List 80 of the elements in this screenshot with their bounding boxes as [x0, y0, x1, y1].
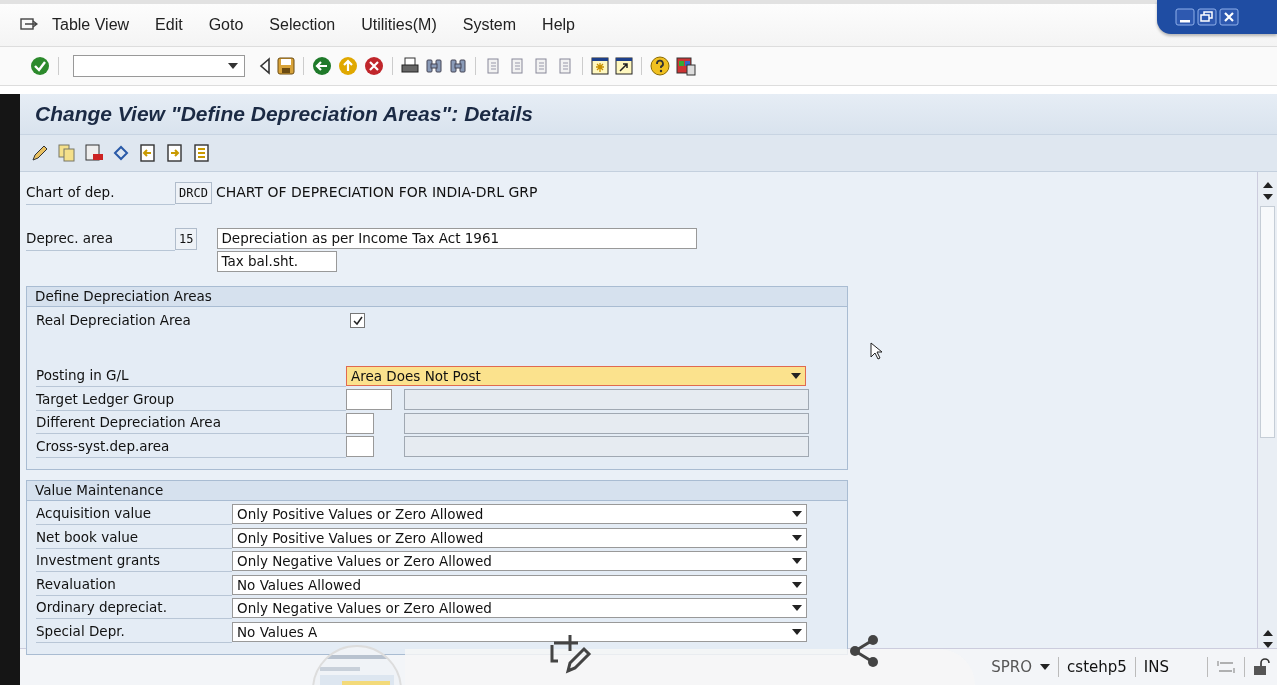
delete-icon[interactable]: [84, 143, 104, 163]
cancel-icon[interactable]: [364, 56, 384, 76]
field-label: Acquisition value: [36, 503, 232, 526]
restore-icon[interactable]: [1197, 8, 1217, 26]
command-field[interactable]: [73, 55, 245, 77]
minimize-icon[interactable]: [1175, 8, 1195, 26]
layout-icon[interactable]: [676, 56, 696, 76]
input-mode: INS: [1143, 658, 1169, 676]
field-label: Cross-syst.dep.area: [36, 435, 346, 458]
menu-item[interactable]: Help: [542, 16, 575, 34]
dropdown-field[interactable]: Only Negative Values or Zero Allowed: [232, 551, 807, 572]
dropdown-arrow-icon[interactable]: [792, 628, 802, 635]
menu-item[interactable]: System: [462, 16, 517, 34]
field-label: Ordinary depreciat.: [36, 597, 232, 620]
next-entry-icon[interactable]: [165, 143, 185, 163]
dropdown-field[interactable]: Only Negative Values or Zero Allowed: [232, 598, 807, 619]
dropdown-arrow-icon[interactable]: [792, 605, 802, 612]
help-icon[interactable]: [650, 56, 670, 76]
dropdown-arrow-icon[interactable]: [792, 511, 802, 518]
dropdown-arrow-icon[interactable]: [792, 581, 802, 588]
server-name: cstehp5: [1067, 658, 1127, 676]
pencil-icon[interactable]: [30, 143, 50, 163]
checkbox[interactable]: [350, 313, 365, 329]
left-triangle-icon[interactable]: [259, 57, 271, 75]
checkmark-icon[interactable]: [30, 56, 50, 76]
field-label: Revaluation: [36, 573, 232, 596]
select-icon[interactable]: [192, 143, 212, 163]
menu-item[interactable]: Selection: [269, 16, 336, 34]
dropdown-arrow-icon[interactable]: [791, 373, 801, 380]
share-icon[interactable]: [847, 633, 881, 669]
new-window-icon[interactable]: [591, 57, 609, 75]
input-field[interactable]: [346, 436, 374, 458]
section-title: Define Depreciation Areas: [27, 287, 847, 307]
short-text-field[interactable]: Tax bal.sht.: [217, 251, 338, 272]
field-label: Different Depreciation Area: [36, 412, 346, 435]
field-label: Real Depreciation Area: [36, 311, 192, 331]
section-title: Value Maintenance: [27, 480, 847, 501]
code-field[interactable]: DRCD: [175, 182, 212, 204]
field-label: Target Ledger Group: [36, 388, 346, 411]
screen-title: Change View "Define Depreciation Areas": Details: [35, 102, 533, 126]
save-icon[interactable]: [277, 57, 295, 75]
field-label: Net book value: [36, 526, 232, 549]
description-field[interactable]: Depreciation as per Income Tax Act 1961: [217, 228, 698, 249]
dropdown-field[interactable]: Only Positive Values or Zero Allowed: [232, 527, 807, 548]
scroll-down-icon[interactable]: [1262, 194, 1273, 200]
dropdown-field[interactable]: Only Positive Values or Zero Allowed: [232, 504, 807, 525]
close-icon[interactable]: [1219, 8, 1239, 26]
dropdown-field[interactable]: No Values A: [232, 621, 807, 642]
binoculars-icon[interactable]: [425, 57, 443, 75]
scroll-thumb[interactable]: [1260, 206, 1275, 438]
field-label: Special Depr.: [36, 620, 232, 643]
menu-item[interactable]: Goto: [208, 16, 244, 34]
field-label: Investment grants: [36, 550, 232, 573]
arrows-icon: [1216, 660, 1236, 674]
field-label: Posting in G/L: [36, 365, 346, 388]
lock-icon: [1253, 658, 1271, 676]
dropdown-arrow-icon[interactable]: [792, 558, 802, 565]
transaction-code: SPRO: [991, 658, 1033, 676]
input-field[interactable]: [346, 389, 392, 411]
menu-item[interactable]: Table View: [52, 16, 130, 34]
shortcut-icon[interactable]: [615, 57, 633, 75]
menu-item[interactable]: Utilities(M): [361, 16, 437, 34]
previous-entry-icon[interactable]: [138, 143, 158, 163]
input-field[interactable]: [346, 412, 374, 434]
copy-icon[interactable]: [57, 143, 77, 163]
mouse-pointer-icon: [870, 342, 882, 360]
dropdown-arrow-icon[interactable]: [792, 534, 802, 541]
print-icon[interactable]: [401, 57, 419, 75]
undo-icon[interactable]: [111, 143, 131, 163]
dropdown-field[interactable]: No Values Allowed: [232, 574, 807, 595]
scroll-up-icon[interactable]: [1262, 182, 1273, 188]
dropdown-arrow-icon[interactable]: [228, 63, 238, 69]
menu-item[interactable]: Edit: [155, 16, 183, 34]
dropdown-field[interactable]: Area Does Not Post: [346, 366, 806, 387]
binoculars-icon[interactable]: [449, 57, 467, 75]
scroll-up-icon[interactable]: [1262, 630, 1273, 636]
menu-icon[interactable]: [20, 18, 38, 32]
dropdown-arrow-icon[interactable]: [1040, 664, 1051, 670]
code-field[interactable]: 15: [175, 228, 198, 250]
description-text: CHART OF DEPRECIATION FOR INDIA-DRL GRP: [215, 183, 538, 202]
